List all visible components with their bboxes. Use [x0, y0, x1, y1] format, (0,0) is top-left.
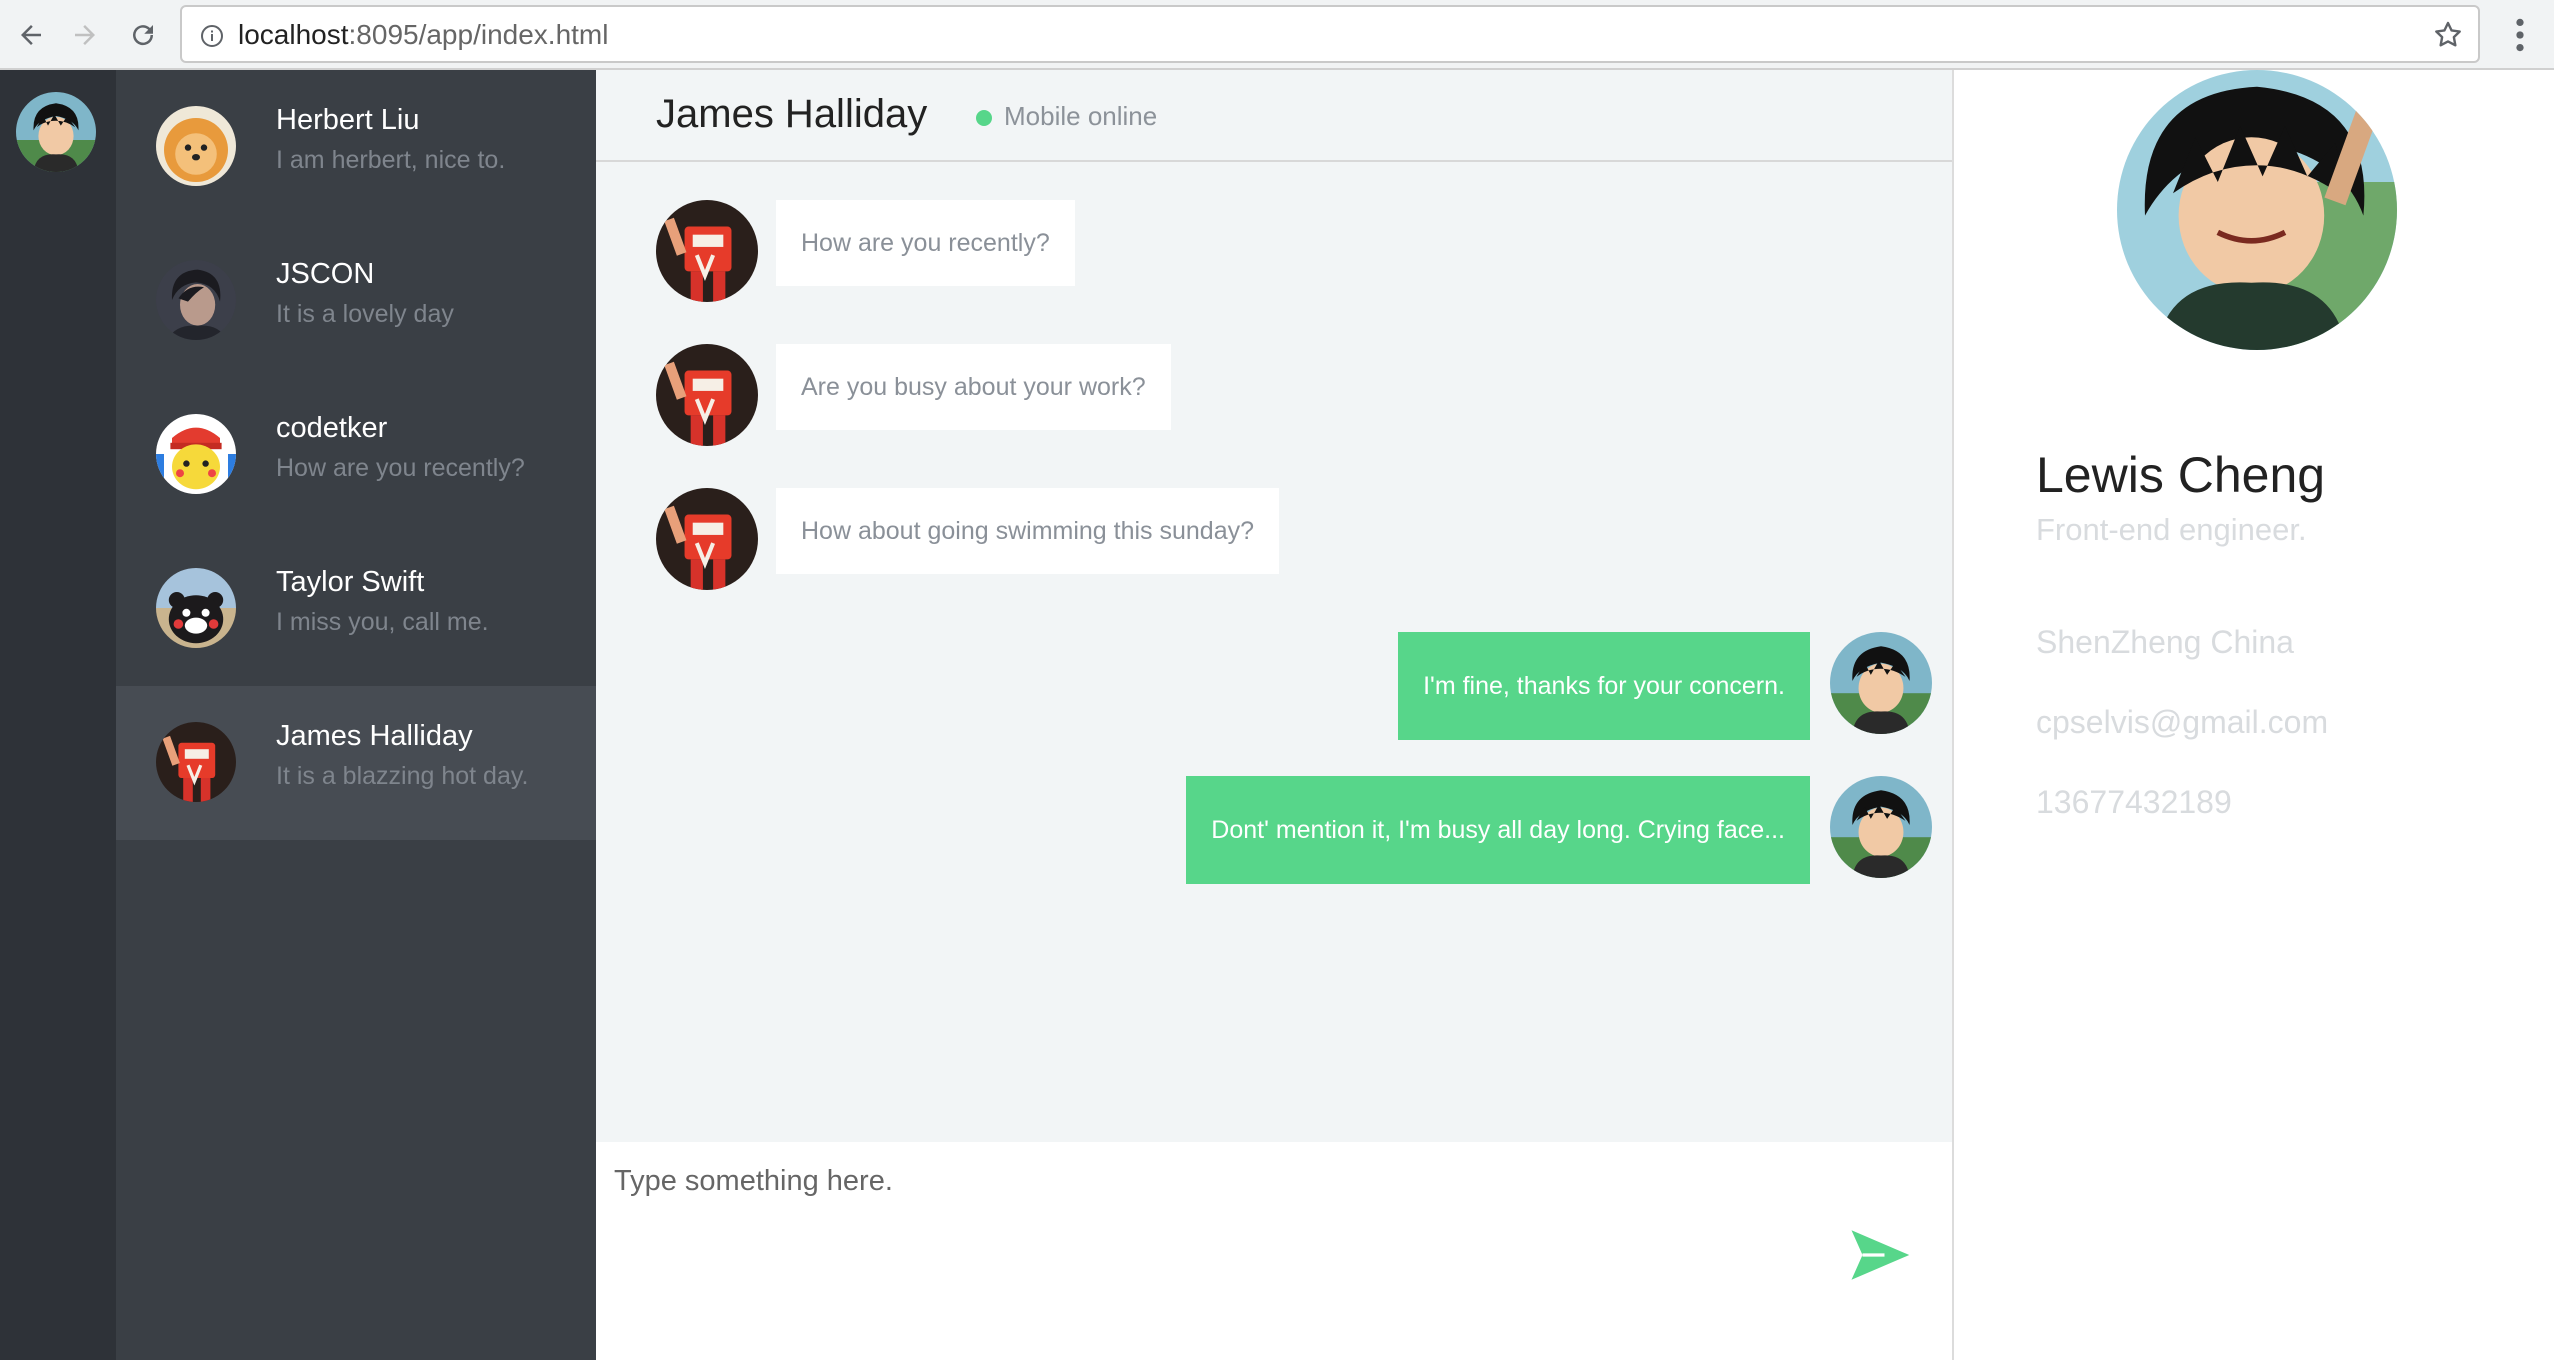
chat-panel: James Halliday Mobile online How are you…	[596, 70, 1954, 1360]
anime-boy-avatar-icon	[1830, 776, 1932, 878]
kumamon-bear-avatar-icon	[156, 568, 236, 648]
contact-name: Taylor Swift	[276, 566, 425, 598]
contact-avatar	[156, 568, 236, 648]
pikachu-avatar-icon	[156, 414, 236, 494]
contact-last-message: It is a lovely day	[276, 300, 454, 328]
anime-boy-avatar-icon	[2117, 70, 2397, 350]
contact-last-message: It is a blazzing hot day.	[276, 762, 529, 790]
contact-item-active[interactable]: James Halliday It is a blazzing hot day.	[116, 686, 596, 840]
contact-last-message: I am herbert, nice to.	[276, 146, 506, 174]
reload-icon	[133, 25, 154, 46]
browser-toolbar: localhost:8095/app/index.html	[0, 0, 2554, 70]
forward-button[interactable]	[62, 12, 108, 58]
sender-avatar[interactable]	[656, 488, 758, 590]
back-button[interactable]	[8, 12, 54, 58]
red-robot-avatar-icon	[156, 722, 236, 802]
my-message-avatar[interactable]	[1830, 776, 1932, 878]
incoming-message: How are you recently?	[776, 200, 1075, 286]
app-rail	[0, 70, 116, 1360]
address-bar[interactable]: localhost:8095/app/index.html	[180, 5, 2480, 63]
profile-role: Front-end engineer.	[2036, 512, 2307, 547]
contact-list: Herbert Liu I am herbert, nice to. JSCON…	[116, 70, 596, 1360]
forward-arrow-icon	[75, 25, 95, 45]
outgoing-message: Dont' mention it, I'm busy all day long.…	[1186, 776, 1810, 884]
send-button[interactable]	[1846, 1222, 1912, 1288]
anime-boy-avatar-icon	[1830, 632, 1932, 734]
contact-last-message: I miss you, call me.	[276, 608, 489, 636]
contact-avatar	[156, 106, 236, 186]
contact-name: Herbert Liu	[276, 104, 420, 136]
profile-panel: Lewis Cheng Front-end engineer. ShenZhen…	[1954, 70, 2554, 1360]
contact-avatar	[156, 260, 236, 340]
url-host: localhost	[238, 19, 349, 50]
outgoing-message: I'm fine, thanks for your concern.	[1398, 632, 1810, 740]
contact-name: codetker	[276, 412, 388, 444]
contact-item[interactable]: Herbert Liu I am herbert, nice to.	[116, 70, 596, 224]
anime-boy-avatar-icon	[16, 92, 96, 172]
contact-item[interactable]: Taylor Swift I miss you, call me.	[116, 532, 596, 686]
back-arrow-icon	[21, 25, 41, 45]
red-robot-avatar-icon	[656, 344, 758, 446]
bookmark-star-icon[interactable]	[2432, 19, 2464, 51]
red-robot-avatar-icon	[656, 488, 758, 590]
online-status-dot-icon	[976, 110, 992, 126]
contact-item[interactable]: codetker How are you recently?	[116, 378, 596, 532]
profile-avatar	[2117, 70, 2397, 350]
my-avatar[interactable]	[16, 92, 96, 172]
profile-email: cpselvis@gmail.com	[2036, 704, 2329, 740]
browser-menu-icon[interactable]	[2505, 14, 2535, 56]
contact-avatar	[156, 722, 236, 802]
contact-avatar	[156, 414, 236, 494]
profile-location: ShenZheng China	[2036, 624, 2294, 660]
contact-name: James Halliday	[276, 720, 473, 752]
incoming-message: How about going swimming this sunday?	[776, 488, 1280, 574]
profile-phone: 13677432189	[2036, 784, 2232, 820]
sender-avatar[interactable]	[656, 344, 758, 446]
reload-button[interactable]	[120, 12, 166, 58]
contact-last-message: How are you recently?	[276, 454, 525, 482]
my-message-avatar[interactable]	[1830, 632, 1932, 734]
contact-name: JSCON	[276, 258, 375, 290]
pomeranian-dog-avatar-icon	[156, 106, 236, 186]
contact-item[interactable]: JSCON It is a lovely day	[116, 224, 596, 378]
chat-header: James Halliday Mobile online	[596, 70, 1952, 162]
chat-title: James Halliday	[656, 92, 928, 136]
message-input[interactable]	[614, 1156, 1814, 1206]
info-icon[interactable]	[200, 24, 224, 48]
online-status: Mobile online	[1004, 101, 1158, 131]
profile-name: Lewis Cheng	[2036, 447, 2326, 503]
incoming-message: Are you busy about your work?	[776, 344, 1171, 430]
url-text[interactable]: localhost:8095/app/index.html	[238, 19, 608, 51]
send-paper-plane-icon	[1851, 1230, 1910, 1280]
url-path: :8095/app/index.html	[348, 19, 609, 50]
sender-avatar[interactable]	[656, 200, 758, 302]
message-composer	[596, 1142, 1952, 1360]
red-robot-avatar-icon	[656, 200, 758, 302]
person-portrait-avatar-icon	[156, 260, 236, 340]
